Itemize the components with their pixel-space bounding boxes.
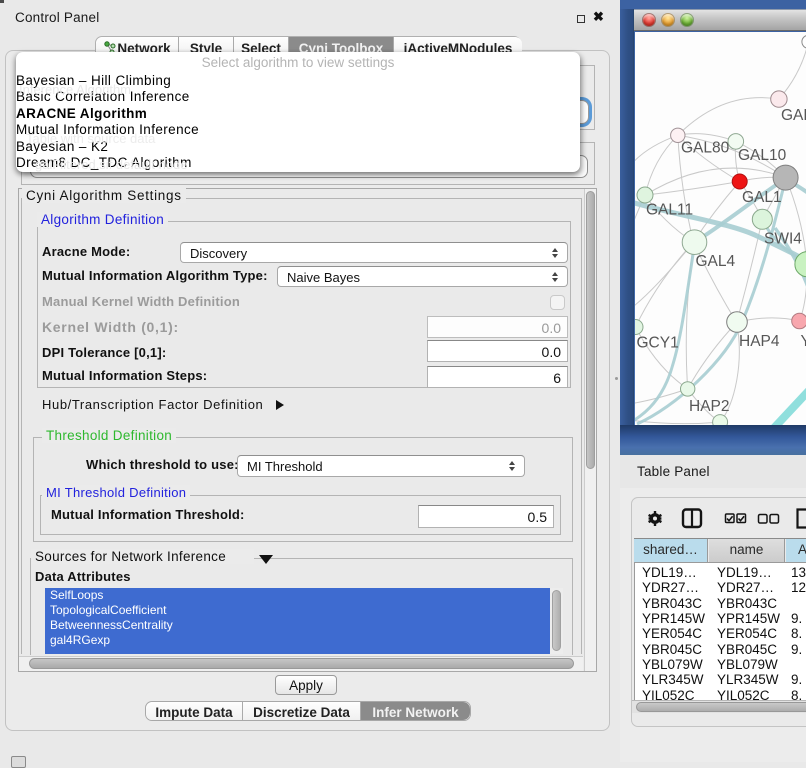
- svg-text:GAL4: GAL4: [696, 253, 736, 270]
- svg-text:Y: Y: [801, 333, 806, 350]
- svg-text:GAL1: GAL1: [742, 189, 782, 206]
- svg-text:HAP2: HAP2: [689, 398, 730, 415]
- svg-text:GAL10: GAL10: [738, 147, 787, 164]
- svg-text:GAL11: GAL11: [646, 202, 693, 219]
- svg-text:GCY1: GCY1: [637, 335, 679, 352]
- svg-text:HAP4: HAP4: [739, 333, 780, 350]
- svg-text:GAL80: GAL80: [681, 140, 730, 157]
- svg-text:GAL7: GAL7: [781, 107, 806, 124]
- svg-text:SWI4: SWI4: [764, 231, 802, 248]
